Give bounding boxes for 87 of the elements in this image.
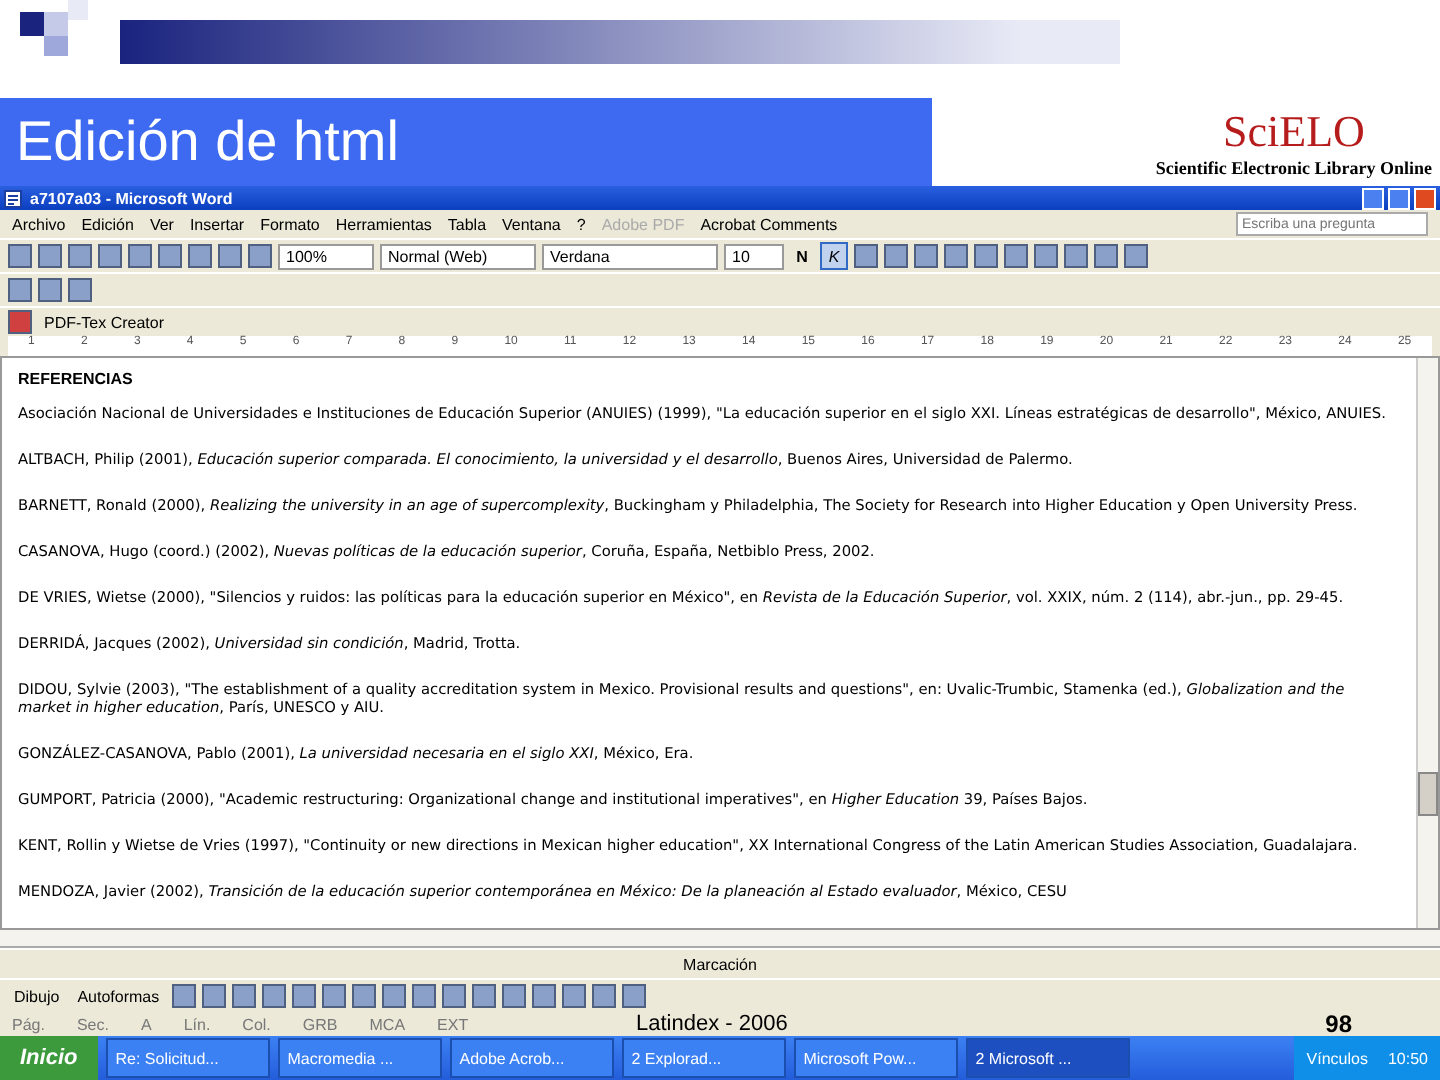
toolbar-icon[interactable] [188,244,212,268]
menu-item[interactable]: Tabla [447,215,487,233]
window-title: a7107a03 - Microsoft Word [30,189,235,207]
toolbar-icon[interactable] [411,984,436,1008]
toolbar-icon[interactable] [351,984,376,1008]
menu-item[interactable]: Ver [149,215,174,233]
italic-button[interactable]: K [820,242,848,270]
pdf-icon [8,310,32,334]
toolbar-icon[interactable] [884,244,908,268]
toolbar-icon[interactable] [621,984,646,1008]
slide-number: 98 [1325,1010,1352,1038]
style-dropdown[interactable]: Normal (Web) [380,243,536,269]
toolbar-icon[interactable] [98,244,122,268]
toolbar-icon[interactable] [291,984,316,1008]
toolbar-icon[interactable] [1034,244,1058,268]
status-field: Sec. [76,1015,109,1033]
horizontal-scrollbar[interactable] [0,930,1440,948]
toolbar-icon[interactable] [854,244,878,268]
toolbar-icon[interactable] [218,244,242,268]
toolbar-icon[interactable] [501,984,526,1008]
autoshapes-menu[interactable]: Autoformas [71,987,166,1005]
toolbar-icon[interactable] [914,244,938,268]
menu-item[interactable]: Edición [81,215,134,233]
toolbar-icon[interactable] [381,984,406,1008]
toolbar-icon[interactable] [591,984,616,1008]
clock: 10:50 [1387,1049,1428,1067]
toolbar-icon[interactable] [471,984,496,1008]
taskbar-button[interactable]: 2 Explorad... [621,1038,786,1078]
taskbar-button[interactable]: 2 Microsoft ... [965,1038,1130,1078]
toolbar-icon[interactable] [1004,244,1028,268]
taskbar-button[interactable]: Adobe Acrob... [449,1038,614,1078]
start-button[interactable]: Inicio [0,1036,98,1080]
taskbar-button[interactable]: Re: Solicitud... [105,1038,270,1078]
toolbar-icon[interactable] [261,984,286,1008]
document-heading: REFERENCIAS [18,370,135,388]
toolbar-icon[interactable] [38,278,62,302]
toolbar-icon[interactable] [1094,244,1118,268]
slide-title: Edición de html [0,98,932,186]
status-field: MCA [369,1015,406,1033]
toolbar-icon[interactable] [68,244,92,268]
menu-item[interactable]: Ventana [502,215,561,233]
status-field: GRB [302,1015,338,1033]
toolbar-icon[interactable] [128,244,152,268]
status-field: Col. [242,1015,271,1033]
menu-item[interactable]: Formato [260,215,320,233]
menu-item[interactable]: Acrobat Comments [700,215,838,233]
taskbar-button[interactable]: Microsoft Pow... [793,1038,958,1078]
draw-menu[interactable]: Dibujo [8,987,66,1005]
toolbar-icon[interactable] [974,244,998,268]
toolbar-icon[interactable] [38,244,62,268]
taskbar-button[interactable]: Macromedia ... [277,1038,442,1078]
logo: SciELO Scientific Electronic Library Online [1155,106,1434,182]
toolbar-icon[interactable] [531,984,556,1008]
toolbar-icon[interactable] [561,984,586,1008]
toolbar-icon[interactable] [171,984,196,1008]
toolbar-icon[interactable] [248,244,272,268]
toolbar-icon[interactable] [68,278,92,302]
status-field: Lín. [183,1015,211,1033]
close-button[interactable] [1414,187,1436,209]
menu-item[interactable]: Herramientas [335,215,432,233]
font-dropdown[interactable]: Verdana [542,243,718,269]
status-field: A [140,1015,152,1033]
toolbar-icon[interactable] [1124,244,1148,268]
status-field: Pág. [12,1015,45,1033]
font-size-dropdown[interactable]: 10 [724,243,784,269]
toolbar-icon[interactable] [944,244,968,268]
toolbar-icon[interactable] [8,278,32,302]
toolbar-icon[interactable] [8,244,32,268]
document-icon [4,189,22,207]
menu-item[interactable]: ? [576,215,586,233]
toolbar-icon[interactable] [231,984,256,1008]
menu-item[interactable]: Insertar [189,215,245,233]
toolbar-icon[interactable] [1064,244,1088,268]
toolbar-icon[interactable] [158,244,182,268]
bold-button[interactable]: N [790,244,814,268]
toolbar-icon[interactable] [321,984,346,1008]
minimize-button[interactable] [1362,187,1384,209]
toolbar-icon[interactable] [441,984,466,1008]
slide-footer: Latindex - 2006 [636,1012,788,1036]
zoom-dropdown[interactable]: 100% [278,243,374,269]
status-field: EXT [437,1015,469,1033]
maximize-button[interactable] [1388,187,1410,209]
toolbar-icon[interactable] [201,984,226,1008]
pdf-toolbar-label[interactable]: PDF-Tex Creator [38,313,171,331]
markup-dropdown[interactable]: Marcación [677,955,763,973]
menu-item[interactable]: Archivo [12,215,66,233]
vertical-scrollbar[interactable] [1416,358,1438,928]
